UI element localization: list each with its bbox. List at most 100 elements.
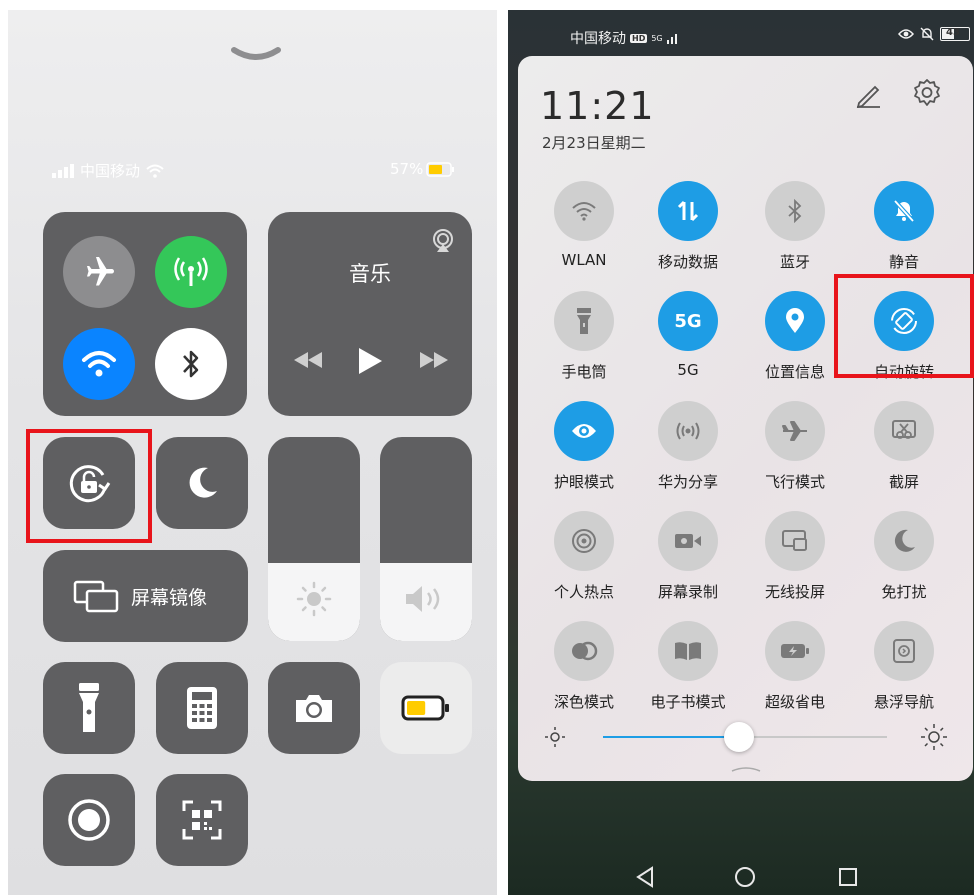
camera-button[interactable] xyxy=(268,662,360,754)
toggle-moon-button[interactable] xyxy=(874,511,934,571)
airplane-icon xyxy=(781,420,809,442)
signal-icon xyxy=(666,34,677,44)
airplane-mode-button[interactable] xyxy=(63,236,135,308)
toggle-label: 华为分享 xyxy=(657,473,718,491)
screen-mirroring-label: 屏幕镜像 xyxy=(131,586,208,609)
cellular-data-button[interactable] xyxy=(155,236,227,308)
camera-icon xyxy=(296,695,332,722)
toggle-dark-mode-button[interactable] xyxy=(554,621,614,681)
speaker-icon xyxy=(406,586,440,612)
music-tile[interactable]: 音乐 xyxy=(268,212,472,416)
toggle-battery-saver-button[interactable] xyxy=(765,621,825,681)
toggle-mobile-data-button[interactable] xyxy=(658,181,718,241)
location-icon xyxy=(785,308,805,334)
volume-slider[interactable] xyxy=(380,437,472,641)
brightness-low-icon xyxy=(545,727,565,747)
battery-icon xyxy=(426,161,455,177)
chevron-down-icon[interactable] xyxy=(230,44,282,66)
toggle-label: 屏幕录制 xyxy=(657,583,718,601)
record-icon xyxy=(68,799,110,841)
toggle-screen-record-button[interactable] xyxy=(658,511,718,571)
calculator-button[interactable] xyxy=(156,662,248,754)
settings-gear-icon[interactable] xyxy=(912,78,942,108)
nav-back-icon[interactable] xyxy=(634,866,656,888)
brightness-slider[interactable] xyxy=(268,437,360,641)
signal-icon xyxy=(52,163,74,178)
floating-nav-icon xyxy=(892,638,916,664)
toggle-label: 5G xyxy=(677,361,699,379)
screen-recording-button[interactable] xyxy=(43,774,135,866)
toggle-wifi-button[interactable] xyxy=(554,181,614,241)
toggle-label: 护眼模式 xyxy=(553,473,614,491)
huawei-control-panel: 中国移动 HD 5G 43 11:21 2月23日星期二 WLAN 移动数据 蓝… xyxy=(508,10,974,895)
rewind-icon[interactable] xyxy=(290,350,326,370)
rotation-lock-highlight xyxy=(26,429,152,543)
edit-icon[interactable] xyxy=(854,80,882,108)
low-power-mode-button[interactable] xyxy=(380,662,472,754)
clock-date: 2月23日星期二 xyxy=(542,134,646,152)
toggle-label: 飞行模式 xyxy=(764,473,825,491)
collapse-handle-icon[interactable] xyxy=(730,763,762,773)
bluetooth-button[interactable] xyxy=(155,328,227,400)
connectivity-tile xyxy=(43,212,247,416)
qr-scanner-button[interactable] xyxy=(156,774,248,866)
ios-battery-status: 57% xyxy=(390,160,456,178)
brightness-track[interactable] xyxy=(603,722,887,752)
toggle-bluetooth-button[interactable] xyxy=(765,181,825,241)
toggle-bell-off-button[interactable] xyxy=(874,181,934,241)
ebook-icon xyxy=(673,640,703,662)
screen-record-icon xyxy=(673,531,703,551)
wireless-projection-icon xyxy=(781,529,809,553)
toggle-flashlight-button[interactable] xyxy=(554,291,614,351)
bell-off-icon xyxy=(920,27,934,41)
carrier-label: 中国移动 xyxy=(80,162,141,180)
fast-forward-icon[interactable] xyxy=(416,350,452,370)
toggle-huawei-share-button[interactable] xyxy=(658,401,718,461)
toggle-eye-button[interactable] xyxy=(554,401,614,461)
toggle-ebook-button[interactable] xyxy=(658,621,718,681)
battery-saver-icon xyxy=(780,642,810,660)
network-type: 5G xyxy=(651,33,663,43)
nav-recents-icon[interactable] xyxy=(838,867,858,887)
brightness-thumb[interactable] xyxy=(724,722,755,752)
toggle-floating-nav-button[interactable] xyxy=(874,621,934,681)
toggle-hotspot-button[interactable] xyxy=(554,511,614,571)
toggle-label: 免打扰 xyxy=(881,583,927,601)
toggle-label: 超级省电 xyxy=(764,693,825,711)
toggle-airplane-button[interactable] xyxy=(765,401,825,461)
screenshot-icon xyxy=(891,419,917,443)
play-icon[interactable] xyxy=(356,346,384,376)
ios-control-center: 中国移动 57% 音乐 屏幕镜像 xyxy=(8,10,497,895)
huawei-status-bar: 中国移动 HD 5G xyxy=(570,28,681,48)
battery-percent: 57% xyxy=(390,160,424,178)
ios-status-bar: 中国移动 xyxy=(52,160,164,181)
toggle-screenshot-button[interactable] xyxy=(874,401,934,461)
do-not-disturb-button[interactable] xyxy=(156,437,248,529)
5g-icon: 5G xyxy=(674,310,702,332)
brightness-high-icon xyxy=(921,724,947,750)
clock-time: 11:21 xyxy=(540,84,655,128)
moon-icon xyxy=(189,467,217,498)
wifi-icon xyxy=(571,200,597,222)
qr-code-icon xyxy=(182,800,222,840)
toggle-location-button[interactable] xyxy=(765,291,825,351)
huawei-status-icons: 43 xyxy=(898,27,970,41)
toggle-wireless-projection-button[interactable] xyxy=(765,511,825,571)
toggle-label: 无线投屏 xyxy=(764,583,825,601)
screen-mirroring-button[interactable]: 屏幕镜像 xyxy=(43,550,248,642)
hd-badge: HD xyxy=(630,33,648,43)
quick-settings-card: 11:21 2月23日星期二 WLAN 移动数据 蓝牙 静音 手电筒 5G 5G 位置信息 自动… xyxy=(518,56,973,781)
moon-icon xyxy=(891,528,917,554)
dark-mode-icon xyxy=(569,641,599,661)
eye-icon xyxy=(570,421,598,441)
screen-mirroring-icon xyxy=(73,580,119,613)
bell-off-icon xyxy=(891,198,917,224)
flashlight-button[interactable] xyxy=(43,662,135,754)
wifi-button[interactable] xyxy=(63,328,135,400)
toggle-label: 个人热点 xyxy=(553,583,614,601)
nav-home-icon[interactable] xyxy=(734,866,756,888)
toggle-5g-button[interactable]: 5G xyxy=(658,291,718,351)
music-title: 音乐 xyxy=(349,262,391,286)
calculator-icon xyxy=(187,687,217,729)
airplay-icon[interactable] xyxy=(430,228,456,254)
